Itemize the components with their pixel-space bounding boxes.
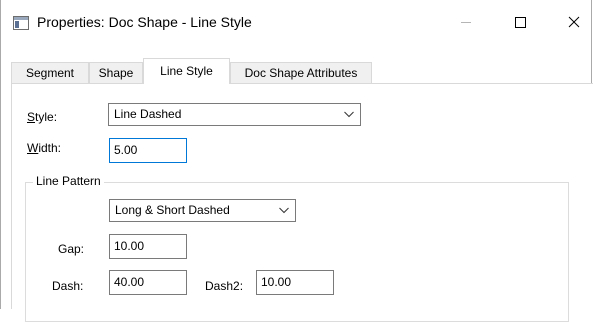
dash-label: Dash: (52, 279, 84, 293)
close-button[interactable] (551, 0, 593, 44)
tab-segment[interactable]: Segment (11, 62, 89, 83)
chevron-down-icon (279, 207, 289, 214)
properties-dialog: Properties: Doc Shape - Line Style Segme… (0, 0, 593, 322)
dash2-input[interactable]: 10.00 (256, 270, 334, 295)
chevron-down-icon (344, 111, 354, 118)
style-label: Style: (27, 110, 58, 124)
window-title: Properties: Doc Shape - Line Style (37, 14, 252, 30)
gap-input[interactable]: 10.00 (109, 234, 187, 259)
maximize-button[interactable] (497, 0, 543, 44)
dash-input[interactable]: 40.00 (109, 270, 187, 295)
tab-line-style[interactable]: Line Style (143, 58, 230, 84)
line-pattern-dropdown[interactable]: Long & Short Dashed (109, 199, 296, 222)
style-dropdown-value: Line Dashed (114, 107, 182, 121)
width-label: Width: (27, 141, 62, 155)
minimize-button[interactable] (443, 0, 489, 44)
maximize-icon (515, 17, 526, 28)
minimize-icon (461, 22, 471, 23)
tab-strip: Segment Shape Line Style Doc Shape Attri… (11, 58, 593, 84)
width-input[interactable]: 5.00 (109, 138, 187, 163)
line-pattern-dropdown-value: Long & Short Dashed (115, 203, 230, 217)
tab-doc-shape-attributes[interactable]: Doc Shape Attributes (230, 62, 372, 83)
app-window-icon (13, 16, 29, 30)
tab-shape[interactable]: Shape (89, 62, 143, 83)
dash2-label: Dash2: (205, 279, 244, 293)
line-pattern-group-title: Line Pattern (33, 174, 104, 188)
style-dropdown[interactable]: Line Dashed (108, 103, 361, 126)
title-bar: Properties: Doc Shape - Line Style (1, 0, 591, 48)
close-icon (568, 16, 580, 28)
gap-label: Gap: (58, 242, 85, 256)
line-pattern-group (25, 182, 569, 322)
